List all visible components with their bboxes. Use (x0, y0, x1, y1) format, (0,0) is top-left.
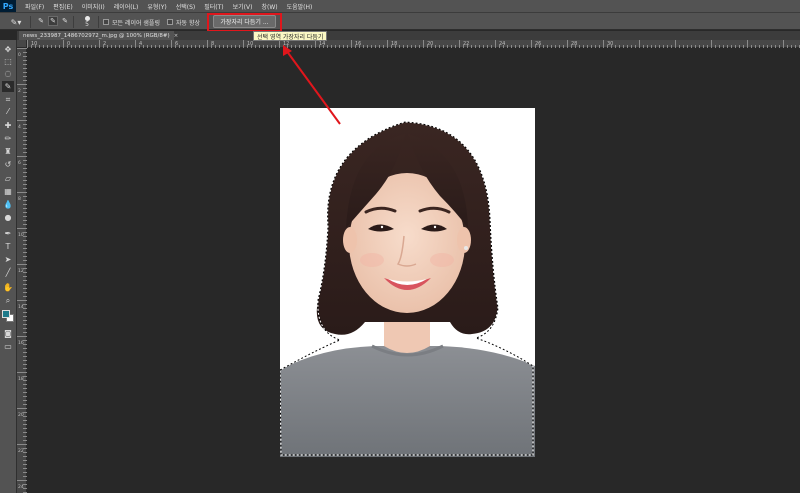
gradient-tool-icon[interactable]: ▦ (2, 186, 14, 197)
brush-tool-icon[interactable]: ✏ (2, 133, 14, 144)
divider (73, 16, 74, 28)
brush-new-icon: ✎ (38, 17, 44, 25)
marquee-tool-icon[interactable]: ⬚ (2, 56, 14, 67)
foreground-color-swatch[interactable] (2, 310, 10, 318)
ruler-tick-label: 28 (571, 41, 577, 47)
screen-mode-icon[interactable]: ▭ (2, 341, 14, 352)
ruler-tick-label: 10 (18, 232, 24, 238)
subtract-from-selection-mode-button[interactable]: ✎ (60, 16, 70, 26)
sample-all-layers-checkbox[interactable]: 모든 레이어 샘플링 (103, 16, 160, 28)
quick-mask-icon[interactable]: ◙ (2, 328, 14, 339)
document-tab[interactable]: news_233987_1486702972_m.jpg @ 100% (RGB… (19, 31, 178, 40)
refine-edge-tooltip: 선택 영역 가장자리 다듬기 (253, 31, 328, 41)
menu-window[interactable]: 창(W) (261, 2, 277, 11)
divider (98, 16, 99, 28)
ruler-tick-label: 0 (67, 41, 70, 47)
zoom-tool-icon[interactable]: ⌕ (2, 295, 14, 306)
ruler-tick-label: 22 (463, 41, 469, 47)
quick-selection-brush-icon: ✎▾ (10, 17, 22, 27)
checkbox-box[interactable] (167, 19, 173, 25)
ruler-tick-label: 24 (499, 41, 505, 47)
ruler-tick-label: 10 (31, 41, 37, 47)
brush-size-value: 5 (85, 21, 89, 28)
document-canvas[interactable] (280, 108, 535, 457)
menu-type[interactable]: 유형(Y) (147, 2, 166, 11)
history-brush-icon[interactable]: ↺ (2, 159, 14, 170)
ruler-tick-label: 20 (427, 41, 433, 47)
ruler-tick-label: 12 (18, 268, 24, 274)
horizontal-ruler[interactable]: 10 0 2 4 6 8 10 12 14 16 18 20 22 24 26 28 30 (27, 40, 800, 48)
menu-layer[interactable]: 레이어(L) (114, 2, 139, 11)
menu-image[interactable]: 이미지(I) (82, 2, 105, 11)
ruler-tick-label: 16 (18, 340, 24, 346)
ruler-tick-label: 22 (18, 448, 24, 454)
vertical-ruler-ticks: 024681012141618202224 (17, 48, 27, 493)
ruler-tick-label: 16 (355, 41, 361, 47)
menu-edit[interactable]: 편집(E) (53, 2, 73, 11)
menu-select[interactable]: 선택(S) (176, 2, 196, 11)
horizontal-ruler-ticks: 10 0 2 4 6 8 10 12 14 16 18 20 22 24 26 28 30 (27, 40, 800, 48)
menu-bar: Ps 파일(F) 편집(E) 이미지(I) 레이어(L) 유형(Y) 선택(S)… (0, 0, 800, 12)
pen-tool-icon[interactable]: ✒ (2, 228, 14, 239)
type-tool-icon[interactable]: T (2, 241, 14, 252)
checkbox-box[interactable] (103, 19, 109, 25)
close-icon[interactable]: × (174, 33, 179, 39)
ruler-tick-label: 10 (247, 41, 253, 47)
brush-subtract-icon: ✎ (62, 17, 68, 25)
menu-file[interactable]: 파일(F) (25, 2, 44, 11)
dodge-tool-icon[interactable]: ● (2, 212, 14, 223)
document-tab-title: news_233987_1486702972_m.jpg @ 100% (RGB… (23, 32, 170, 39)
ruler-tick-label: 18 (391, 41, 397, 47)
divider (30, 16, 31, 28)
ruler-tick-label: 18 (18, 376, 24, 382)
ruler-tick-label: 4 (139, 41, 142, 47)
brush-add-icon: ✎ (50, 17, 56, 25)
menu-help[interactable]: 도움말(H) (287, 2, 313, 11)
photoshop-logo: Ps (0, 0, 16, 12)
ruler-tick-label: 6 (175, 41, 178, 47)
path-selection-icon[interactable]: ➤ (2, 254, 14, 265)
document-tab-bar: news_233987_1486702972_m.jpg @ 100% (RGB… (17, 31, 800, 40)
eyedropper-tool-icon[interactable]: ⁄ (2, 106, 14, 117)
ruler-tick-label: 14 (319, 41, 325, 47)
blur-tool-icon[interactable]: 💧 (2, 199, 14, 210)
ruler-tick-label: 0 (18, 52, 21, 58)
ruler-origin[interactable] (17, 40, 27, 48)
ruler-tick-label: 6 (18, 160, 21, 166)
options-bar: ✎▾ ✎ ✎ ✎ 5 모든 레이어 샘플링 자동 향상 가장자리 다듬기 ... (0, 12, 800, 30)
menu-filter[interactable]: 필터(T) (204, 2, 223, 11)
selection-marquee (280, 121, 534, 456)
quick-selection-tool-icon[interactable]: ✎ (2, 81, 14, 92)
lasso-tool-icon[interactable]: ◌ (2, 68, 14, 79)
tool-preset-picker[interactable]: ✎▾ (6, 16, 26, 28)
ruler-tick-label: 4 (18, 124, 21, 130)
new-selection-mode-button[interactable]: ✎ (36, 16, 46, 26)
annotation-highlight-box (207, 13, 282, 32)
auto-enhance-checkbox[interactable]: 자동 향상 (167, 16, 200, 28)
ruler-tick-label: 2 (103, 41, 106, 47)
eraser-tool-icon[interactable]: ▱ (2, 173, 14, 184)
ruler-tick-label: 26 (535, 41, 541, 47)
ruler-tick-label: 8 (211, 41, 214, 47)
ruler-tick-label: 14 (18, 304, 24, 310)
ruler-tick-label: 2 (18, 88, 21, 94)
crop-tool-icon[interactable]: ⌗ (2, 94, 14, 105)
add-to-selection-mode-button[interactable]: ✎ (48, 16, 58, 26)
brush-size-picker[interactable]: 5 (78, 16, 96, 28)
vertical-ruler[interactable]: 0 2 4 6 8 10 12 14 16 18 20 22 24 (17, 40, 27, 493)
tools-panel: ✥ ⬚ ◌ ✎ ⌗ ⁄ ✚ ✏ ♜ ↺ ▱ ▦ 💧 ● ✒ T ➤ ╱ ✋ ⌕ … (0, 40, 17, 493)
ruler-tick-label: 12 (283, 41, 289, 47)
clone-stamp-icon[interactable]: ♜ (2, 146, 14, 157)
line-tool-icon[interactable]: ╱ (2, 267, 14, 278)
hand-tool-icon[interactable]: ✋ (2, 282, 14, 293)
ruler-tick-label: 30 (607, 41, 613, 47)
auto-enhance-label: 자동 향상 (176, 19, 200, 27)
menu-view[interactable]: 보기(V) (233, 2, 253, 11)
ruler-tick-label: 8 (18, 196, 21, 202)
healing-brush-icon[interactable]: ✚ (2, 120, 14, 131)
ruler-tick-label: 24 (18, 484, 24, 490)
move-tool-icon[interactable]: ✥ (2, 44, 14, 55)
ruler-tick-label: 20 (18, 412, 24, 418)
sample-all-layers-label: 모든 레이어 샘플링 (112, 19, 160, 27)
